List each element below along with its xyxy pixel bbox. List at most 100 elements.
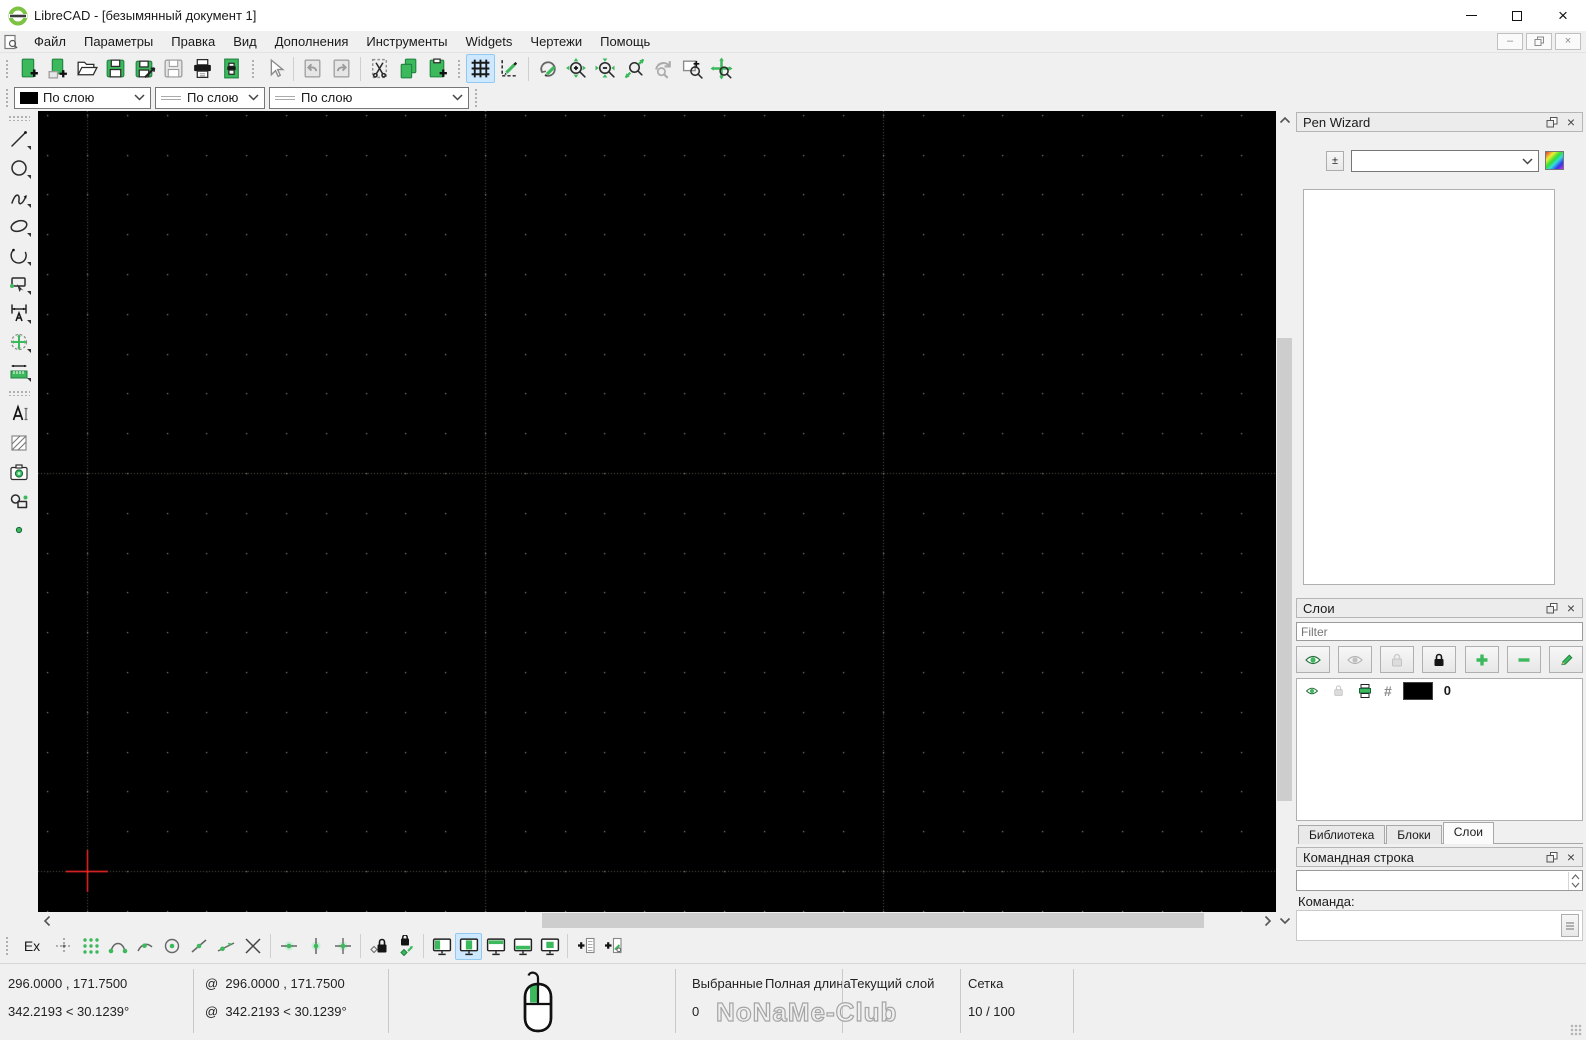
layer-color-swatch[interactable] (1402, 681, 1433, 700)
new-file-button[interactable] (14, 54, 43, 83)
restrict-horizontal-button[interactable] (275, 933, 302, 960)
close-icon[interactable]: × (1567, 850, 1575, 864)
layer-filter-input[interactable] (1296, 622, 1583, 641)
horizontal-scroll-thumb[interactable] (542, 913, 1204, 928)
save-as-button[interactable] (130, 54, 159, 83)
tab-library[interactable]: Библиотека (1298, 825, 1386, 844)
dock-right-toggle-button[interactable] (455, 932, 482, 960)
mdi-restore-button[interactable] (1526, 33, 1552, 50)
line-tool-button[interactable] (4, 125, 34, 153)
redo-button[interactable] (327, 54, 356, 83)
menu-edit[interactable]: Правка (162, 32, 224, 51)
snap-middle-button[interactable] (185, 933, 212, 960)
pen-wizard-header[interactable]: Pen Wizard × (1296, 112, 1583, 132)
restrict-orthogonal-button[interactable] (329, 933, 356, 960)
toolbar-grip[interactable] (4, 57, 10, 80)
command-input[interactable] (1297, 911, 1557, 940)
zoom-in-button[interactable] (562, 54, 591, 83)
toolbar-grip[interactable] (4, 935, 10, 957)
scroll-up-button[interactable] (1276, 111, 1293, 128)
pen-wizard-list[interactable] (1303, 189, 1555, 585)
show-all-layers-button[interactable] (1296, 646, 1330, 673)
dock-top-toggle-button[interactable] (482, 933, 509, 960)
menu-plugins[interactable]: Дополнения (266, 32, 358, 51)
vertical-scroll-thumb[interactable] (1277, 338, 1292, 801)
layer-visible-icon[interactable] (1304, 684, 1320, 698)
window-minimize-button[interactable] (1448, 0, 1494, 31)
scroll-left-button[interactable] (38, 912, 55, 929)
menu-drawings[interactable]: Чертежи (521, 32, 591, 51)
spline-tool-button[interactable] (4, 183, 34, 211)
zoom-auto-button[interactable] (620, 54, 649, 83)
toolbar-grip[interactable] (473, 86, 479, 109)
print-preview-button[interactable] (217, 54, 246, 83)
pen-width-combo[interactable]: По слою (155, 86, 265, 109)
color-picker-icon[interactable] (1545, 151, 1564, 170)
float-panel-icon[interactable] (1546, 851, 1558, 863)
hatch-tool-button[interactable] (4, 429, 34, 457)
snap-grid-button[interactable] (77, 933, 104, 960)
snap-free-button[interactable] (50, 933, 77, 960)
block-tool-button[interactable] (4, 487, 34, 515)
pen-color-combo[interactable]: По слою (14, 86, 151, 109)
open-file-button[interactable] (72, 54, 101, 83)
circle-tool-button[interactable] (4, 154, 34, 182)
snap-on-entity-button[interactable] (131, 933, 158, 960)
float-panel-icon[interactable] (1546, 602, 1558, 614)
add-editor-widget-button[interactable] (599, 933, 626, 960)
toolbar-grip[interactable] (8, 115, 30, 121)
text-tool-button[interactable] (4, 400, 34, 428)
window-resize-grip[interactable] (1570, 1024, 1582, 1036)
layer-row[interactable]: # 0 (1297, 679, 1582, 702)
layer-list[interactable]: # 0 (1296, 678, 1583, 821)
scroll-down-button[interactable] (1276, 912, 1293, 929)
remove-layer-button[interactable] (1506, 646, 1541, 673)
lock-relative-zero-button[interactable] (365, 933, 392, 960)
hide-all-layers-button[interactable] (1338, 646, 1373, 673)
pointer-button[interactable] (260, 54, 289, 83)
horizontal-scrollbar[interactable] (38, 912, 1276, 929)
polyline-tool-button[interactable] (4, 270, 34, 298)
new-from-template-button[interactable] (43, 54, 72, 83)
measure-tool-button[interactable] (4, 357, 34, 385)
paste-button[interactable] (423, 54, 452, 83)
cut-button[interactable] (365, 54, 394, 83)
layer-construction-icon[interactable]: # (1384, 683, 1392, 699)
lock-all-layers-button[interactable] (1422, 646, 1457, 673)
zoom-pan-button[interactable] (707, 54, 736, 83)
zoom-window-button[interactable] (678, 54, 707, 83)
layers-panel-header[interactable]: Слои × (1296, 598, 1583, 618)
toolbar-grip[interactable] (250, 57, 256, 80)
move-tool-button[interactable] (4, 328, 34, 356)
add-layer-button[interactable] (1464, 646, 1499, 673)
scroll-right-button[interactable] (1259, 912, 1276, 929)
redraw-button[interactable] (533, 54, 562, 83)
mdi-minimize-button[interactable]: – (1497, 33, 1523, 50)
window-close-button[interactable]: × (1540, 0, 1586, 31)
command-history-spinner[interactable] (1568, 872, 1581, 890)
zoom-out-button[interactable] (591, 54, 620, 83)
point-tool-button[interactable] (4, 516, 34, 544)
save-button[interactable] (101, 54, 130, 83)
command-panel-header[interactable]: Командная строка × (1296, 847, 1583, 867)
snap-intersection-button[interactable] (239, 933, 266, 960)
tab-layers[interactable]: Слои (1442, 822, 1494, 844)
grid-toggle-button[interactable] (466, 54, 495, 83)
menu-widgets[interactable]: Widgets (456, 32, 521, 51)
snap-center-button[interactable] (158, 933, 185, 960)
copy-button[interactable] (394, 54, 423, 83)
exclusive-snap-button[interactable]: Ex (18, 934, 46, 958)
menu-options[interactable]: Параметры (75, 32, 162, 51)
toolbar-grip[interactable] (8, 390, 30, 396)
save-all-button[interactable] (159, 54, 188, 83)
float-panel-icon[interactable] (1546, 116, 1558, 128)
draft-mode-button[interactable] (495, 54, 524, 83)
layer-lock-icon[interactable] (1331, 683, 1346, 698)
menu-view[interactable]: Вид (224, 32, 266, 51)
dock-left-toggle-button[interactable] (428, 933, 455, 960)
dock-bottom-toggle-button[interactable] (509, 933, 536, 960)
vertical-scrollbar[interactable] (1276, 111, 1293, 929)
toolbar-grip[interactable] (4, 86, 10, 109)
menu-tools[interactable]: Инструменты (357, 32, 456, 51)
pen-wizard-combo[interactable] (1351, 150, 1539, 172)
